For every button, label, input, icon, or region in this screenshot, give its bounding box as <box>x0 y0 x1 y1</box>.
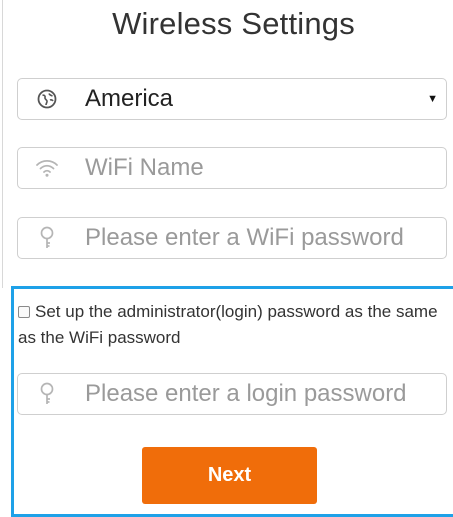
key-icon <box>18 218 76 258</box>
wifi-name-input[interactable]: WiFi Name <box>17 147 447 189</box>
dropdown-caret-icon: ▼ <box>427 93 438 105</box>
left-divider <box>2 0 3 288</box>
same-password-checkbox-row[interactable]: Set up the administrator(login) password… <box>18 299 438 351</box>
login-password-input[interactable]: Please enter a login password <box>17 373 447 415</box>
same-password-checkbox[interactable] <box>18 306 30 318</box>
region-select[interactable]: America ▼ <box>17 78 447 120</box>
region-selected-value: America <box>85 85 174 112</box>
page-title: Wireless Settings <box>112 6 355 41</box>
wifi-password-input[interactable]: Please enter a WiFi password <box>17 217 447 259</box>
wifi-password-placeholder: Please enter a WiFi password <box>85 224 404 251</box>
same-password-checkbox-label: Set up the administrator(login) password… <box>18 302 438 347</box>
next-button[interactable]: Next <box>142 447 317 504</box>
key-icon <box>18 374 76 414</box>
wifi-icon <box>18 148 76 188</box>
login-password-placeholder: Please enter a login password <box>85 380 407 407</box>
globe-icon <box>18 79 76 119</box>
wireless-settings-page: Wireless Settings America ▼ WiFi Name Pl… <box>0 0 453 517</box>
wifi-name-placeholder: WiFi Name <box>85 154 204 181</box>
